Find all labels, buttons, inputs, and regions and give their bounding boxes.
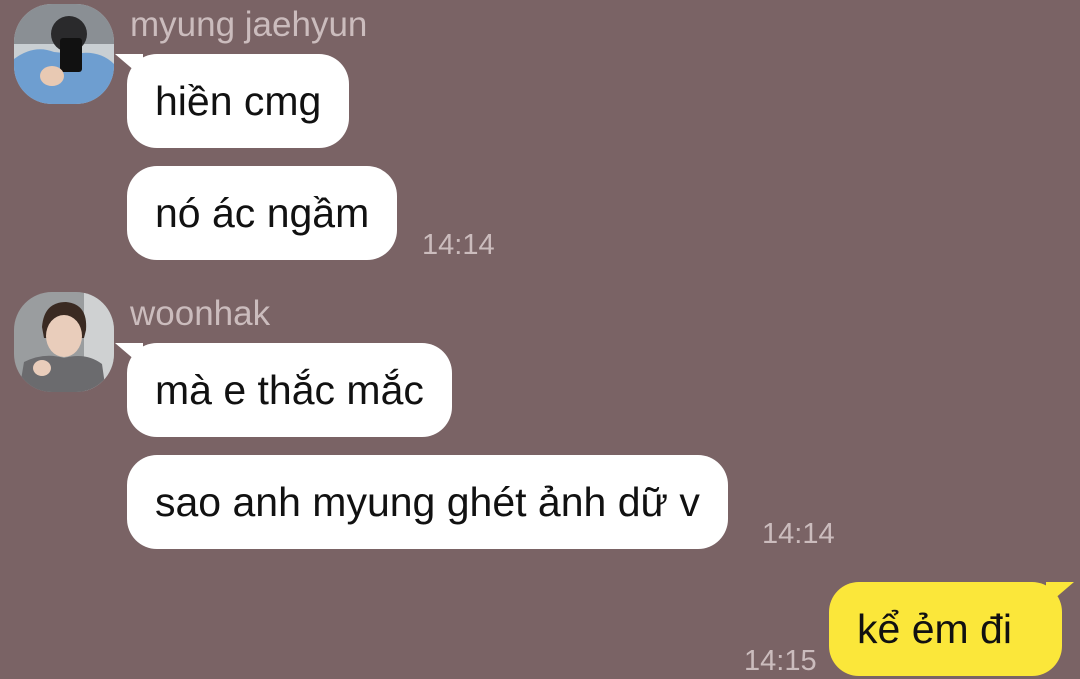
profile-photo-icon [14,292,114,392]
message-bubble[interactable]: sao anh myung ghét ảnh dữ v [127,455,728,549]
avatar-myung-jaehyun[interactable] [14,4,114,104]
message-bubble[interactable]: nó ác ngầm [127,166,398,260]
avatar-woonhak[interactable] [14,292,114,392]
profile-photo-icon [14,4,114,104]
message-timestamp: 14:14 [762,518,835,550]
message-bubble[interactable]: mà e thắc mắc [115,343,452,437]
my-message-bubble[interactable]: kể ẻm đi [829,582,1074,676]
message-timestamp: 14:14 [422,229,495,261]
sender-name: woonhak [130,294,271,333]
message-bubble[interactable]: hiền cmg [114,54,350,148]
sender-name: myung jaehyun [130,5,368,44]
message-timestamp: 14:15 [744,645,817,677]
